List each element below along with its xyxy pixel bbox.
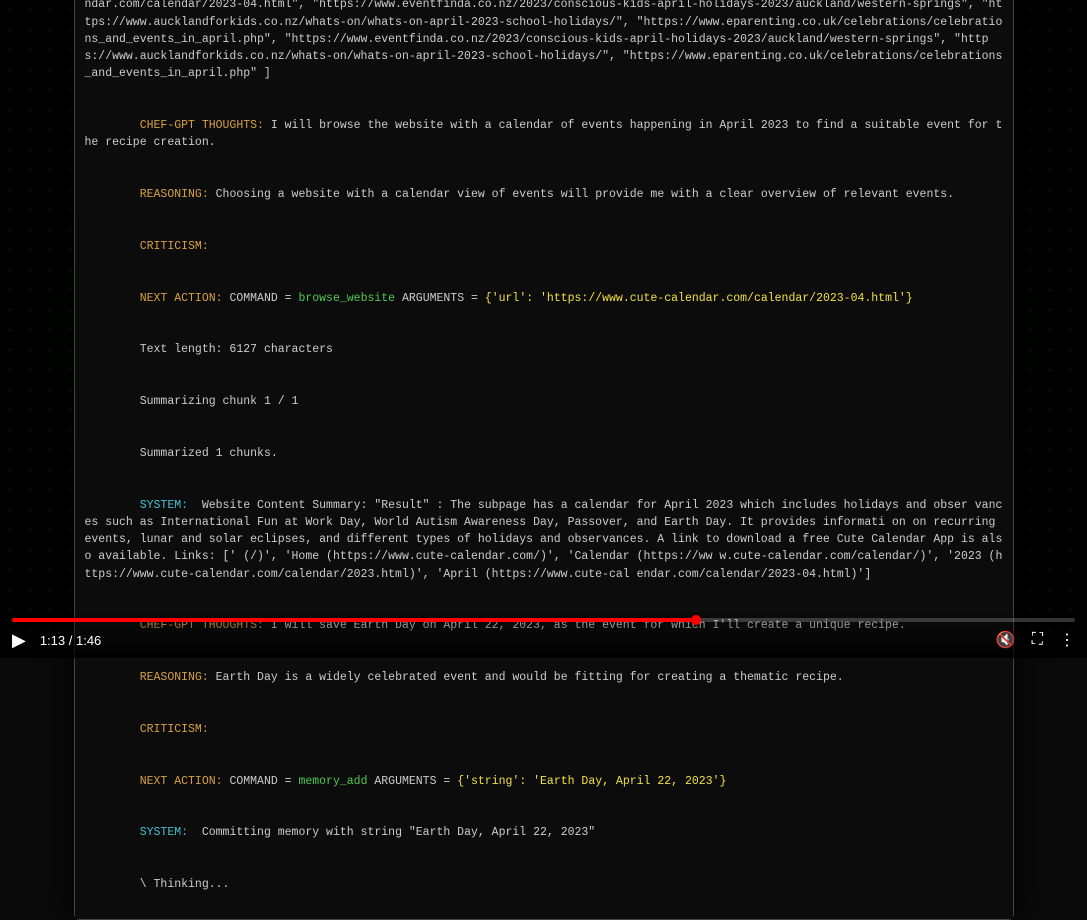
criticism-label-3: CRITICISM: — [140, 723, 209, 736]
time-display: 1:13 / 1:46 — [40, 633, 101, 648]
powershell-window: PS Windows PowerShell – □ ✕ PS Windows P… — [74, 0, 1014, 920]
console-output: REASONING: My previous search results di… — [75, 0, 1013, 919]
system-line-1: SYSTEM: [ "https://www.myguideauckland.c… — [85, 0, 1003, 100]
criticism-label-2: CRITICISM: — [140, 240, 209, 253]
system-line-2: SYSTEM: Website Content Summary: "Result… — [85, 479, 1003, 600]
text-length-text: Text length: 6127 characters — [140, 343, 333, 356]
chef-thoughts-label-1: CHEF-GPT THOUGHTS: — [140, 119, 271, 132]
thinking-line: \ Thinking... — [85, 859, 1003, 911]
play-button[interactable]: ▶ — [12, 631, 26, 649]
command-memory: memory_add — [298, 775, 374, 788]
video-container: PS Windows PowerShell – □ ✕ PS Windows P… — [0, 0, 1087, 658]
summarized-line: Summarized 1 chunks. — [85, 428, 1003, 480]
system-text-2: Website Content Summary: "Result" : The … — [85, 499, 1003, 581]
reasoning-label-2: REASONING: — [140, 188, 216, 201]
command-label-2: COMMAND = — [229, 292, 298, 305]
controls-row: ▶ 1:13 / 1:46 🔇 ⛶ ⋮ — [12, 630, 1075, 650]
arguments-value-2: {'url': 'https://www.cute-calendar.com/c… — [485, 292, 913, 305]
chunk-line: Summarizing chunk 1 / 1 — [85, 376, 1003, 428]
system-label-2: SYSTEM: — [140, 499, 195, 512]
thinking-text: \ Thinking... — [140, 878, 230, 891]
fullscreen-button[interactable]: ⛶ — [1032, 631, 1043, 649]
more-options-button[interactable]: ⋮ — [1059, 630, 1075, 650]
reasoning-line-2: REASONING: Choosing a website with a cal… — [85, 169, 1003, 221]
video-controls: ▶ 1:13 / 1:46 🔇 ⛶ ⋮ — [0, 610, 1087, 658]
criticism-line-2: CRITICISM: — [85, 221, 1003, 273]
command-browse: browse_website — [298, 292, 402, 305]
controls-right: 🔇 ⛶ ⋮ — [996, 630, 1075, 650]
next-action-label-3: NEXT ACTION: — [140, 775, 230, 788]
text-length-line: Text length: 6127 characters — [85, 324, 1003, 376]
system-line-3: SYSTEM: Committing memory with string "E… — [85, 807, 1003, 859]
next-action-label-2: NEXT ACTION: — [140, 292, 230, 305]
next-action-line-2: NEXT ACTION: COMMAND = browse_website AR… — [85, 272, 1003, 324]
reasoning-text-3: Earth Day is a widely celebrated event a… — [216, 671, 844, 684]
mute-button[interactable]: 🔇 — [996, 630, 1016, 650]
criticism-line-3: CRITICISM: — [85, 704, 1003, 756]
system-text-3: Committing memory with string "Earth Day… — [195, 826, 595, 839]
reasoning-text-2: Choosing a website with a calendar view … — [216, 188, 954, 201]
reasoning-label-3: REASONING: — [140, 671, 216, 684]
reasoning-line-3: REASONING: Earth Day is a widely celebra… — [85, 652, 1003, 704]
progress-dot — [691, 615, 701, 625]
next-action-line-3: NEXT ACTION: COMMAND = memory_add ARGUME… — [85, 755, 1003, 807]
progress-filled — [12, 618, 696, 622]
arguments-label-2: ARGUMENTS = — [402, 292, 485, 305]
system-text-1: [ "https://www.myguideauckland.com/event… — [85, 0, 1003, 80]
summarized-text: Summarized 1 chunks. — [140, 447, 278, 460]
command-label-3: COMMAND = — [229, 775, 298, 788]
arguments-value-3: {'string': 'Earth Day, April 22, 2023'} — [457, 775, 726, 788]
arguments-label-3: ARGUMENTS = — [374, 775, 457, 788]
chef-thoughts-line-1: CHEF-GPT THOUGHTS: I will browse the web… — [85, 100, 1003, 169]
system-label-3: SYSTEM: — [140, 826, 195, 839]
chunk-text: Summarizing chunk 1 / 1 — [140, 395, 299, 408]
progress-bar[interactable] — [12, 618, 1075, 622]
